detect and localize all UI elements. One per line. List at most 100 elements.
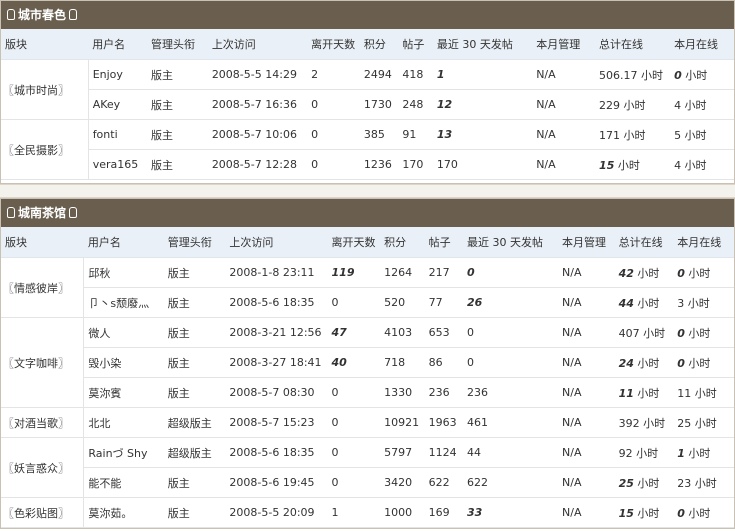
posts-count: 622: [424, 467, 463, 498]
posts-count: 86: [424, 347, 463, 378]
username-link[interactable]: 莫沵賓: [83, 377, 164, 408]
board-link[interactable]: 〖妖言惑众〗: [1, 437, 85, 498]
credits: 385: [359, 119, 399, 150]
month-online: 23 小时: [673, 467, 734, 498]
forum-section: 城南茶馆版块 用户名 管理头衔 上次访问 离开天数 积分 帖子 最近 30 天发帖 本月管理 总计…: [0, 198, 735, 529]
section-title-text[interactable]: 城市春色: [18, 8, 66, 22]
table-row: 〖文字咖啡〗 微人 版主 2008-3-21 12:56 47 4103 653 0 N/A 40…: [1, 317, 734, 408]
board-link[interactable]: 〖对酒当歌〗: [1, 407, 85, 438]
role-label: 版主: [163, 377, 226, 408]
column-header: 上次访问: [225, 227, 328, 258]
column-header: 最近 30 天发帖: [432, 29, 533, 60]
username-link[interactable]: 莫沵茹。: [83, 497, 164, 528]
bulb-icon: [7, 207, 15, 218]
column-header: 版块: [1, 227, 84, 258]
table-row: 〖情感彼岸〗 邱秋 版主 2008-1-8 23:11 119 1264 217 0 N/A 42…: [1, 257, 734, 318]
username-link[interactable]: 微人: [83, 317, 164, 348]
posts-count: 248: [398, 89, 433, 120]
table-row: 〖色彩贴图〗 莫沵茹。 版主 2008-5-5 20:09 1 1000 169 33 N/A 1…: [1, 497, 734, 528]
month-online: 3 小时: [673, 287, 734, 318]
table-row: 能不能 版主 2008-5-6 19:45 0 3420 622 622 N/A 25 小时 23…: [1, 467, 734, 498]
total-online: 44 小时: [614, 287, 674, 318]
total-online: 171 小时: [595, 119, 671, 150]
days-away: 0: [327, 467, 381, 498]
posts-count: 170: [398, 149, 433, 180]
role-label: 超级版主: [163, 407, 226, 438]
username-link[interactable]: 邱秋: [83, 257, 164, 288]
board-link[interactable]: 〖文字咖啡〗: [1, 317, 85, 408]
column-header: 离开天数: [307, 29, 360, 60]
month-online: 0 小时: [673, 317, 734, 348]
credits: 718: [380, 347, 425, 378]
table-row: 〖妖言惑众〗 Rainづ Shy 超级版主 2008-5-6 18:35 0 5797 11…: [1, 437, 734, 498]
total-online: 24 小时: [614, 347, 674, 378]
table-row: AKey 版主 2008-5-7 16:36 0 1730 248 12 N/A 229 小时 4…: [1, 89, 734, 120]
credits: 4103: [380, 317, 425, 348]
credits: 1730: [359, 89, 399, 120]
username-link[interactable]: Rainづ Shy: [83, 437, 164, 468]
last-visit: 2008-5-7 16:36: [207, 89, 308, 120]
total-online: 15 小时: [614, 497, 674, 528]
recent-posts: 26: [462, 287, 559, 318]
board-link[interactable]: 〖情感彼岸〗: [1, 257, 85, 318]
last-visit: 2008-5-7 15:23: [225, 407, 328, 438]
last-visit: 2008-1-8 23:11: [225, 257, 328, 288]
board-link[interactable]: 〖色彩贴图〗: [1, 497, 85, 528]
total-online: 11 小时: [614, 377, 674, 408]
recent-posts: 236: [462, 377, 559, 408]
month-manage: N/A: [558, 437, 615, 468]
recent-posts: 0: [462, 317, 559, 348]
month-manage: N/A: [558, 317, 615, 348]
recent-posts: 13: [432, 119, 533, 150]
credits: 5797: [380, 437, 425, 468]
table-row: 〖城市时尚〗 Enjoy 版主 2008-5-5 14:29 2 2494 418 1 N/A 5…: [1, 59, 734, 120]
days-away: 0: [327, 437, 381, 468]
username-link[interactable]: vera165: [88, 149, 147, 180]
column-header: 本月在线: [670, 29, 734, 60]
credits: 1236: [359, 149, 399, 180]
recent-posts: 33: [462, 497, 559, 528]
moderator-table: 版块 用户名 管理头衔 上次访问 离开天数 积分 帖子 最近 30 天发帖 本月管理 总计在线 本月…: [1, 227, 734, 528]
board-link[interactable]: 〖城市时尚〗: [1, 59, 89, 120]
credits: 2494: [359, 59, 399, 90]
column-header: 帖子: [424, 227, 463, 258]
month-online: 1 小时: [673, 437, 734, 468]
role-label: 版主: [163, 317, 226, 348]
role-label: 版主: [163, 467, 226, 498]
username-link[interactable]: 卩丶s颓廢灬: [83, 287, 164, 318]
posts-count: 169: [424, 497, 463, 528]
board-link[interactable]: 〖全民摄影〗: [1, 119, 89, 180]
username-link[interactable]: AKey: [88, 89, 147, 120]
username-link[interactable]: 北北: [83, 407, 164, 438]
column-header: 积分: [359, 29, 399, 60]
username-link[interactable]: fonti: [88, 119, 147, 150]
username-link[interactable]: Enjoy: [88, 59, 147, 90]
total-online: 92 小时: [614, 437, 674, 468]
username-link[interactable]: 能不能: [83, 467, 164, 498]
total-online: 407 小时: [614, 317, 674, 348]
role-label: 版主: [146, 89, 208, 120]
role-label: 超级版主: [163, 437, 226, 468]
credits: 1264: [380, 257, 425, 288]
posts-count: 236: [424, 377, 463, 408]
recent-posts: 0: [462, 347, 559, 378]
recent-posts: 622: [462, 467, 559, 498]
last-visit: 2008-3-27 18:41: [225, 347, 328, 378]
month-manage: N/A: [558, 287, 615, 318]
table-header-row: 版块 用户名 管理头衔 上次访问 离开天数 积分 帖子 最近 30 天发帖 本月管理 总计在线 本月…: [1, 29, 734, 60]
username-link[interactable]: 毁小染: [83, 347, 164, 378]
credits: 1330: [380, 377, 425, 408]
last-visit: 2008-3-21 12:56: [225, 317, 328, 348]
total-online: 15 小时: [595, 149, 671, 180]
section-title-text[interactable]: 城南茶馆: [18, 206, 66, 220]
column-header: 最近 30 天发帖: [462, 227, 559, 258]
recent-posts: 44: [462, 437, 559, 468]
role-label: 版主: [163, 257, 226, 288]
posts-count: 653: [424, 317, 463, 348]
last-visit: 2008-5-5 20:09: [225, 497, 328, 528]
total-online: 229 小时: [595, 89, 671, 120]
moderator-list: 城市春色版块 用户名 管理头衔 上次访问 离开天数 积分 帖子 最近 30 天发帖 本月管理 总计…: [0, 0, 735, 529]
role-label: 版主: [163, 287, 226, 318]
role-label: 版主: [146, 59, 208, 90]
month-manage: N/A: [532, 149, 596, 180]
